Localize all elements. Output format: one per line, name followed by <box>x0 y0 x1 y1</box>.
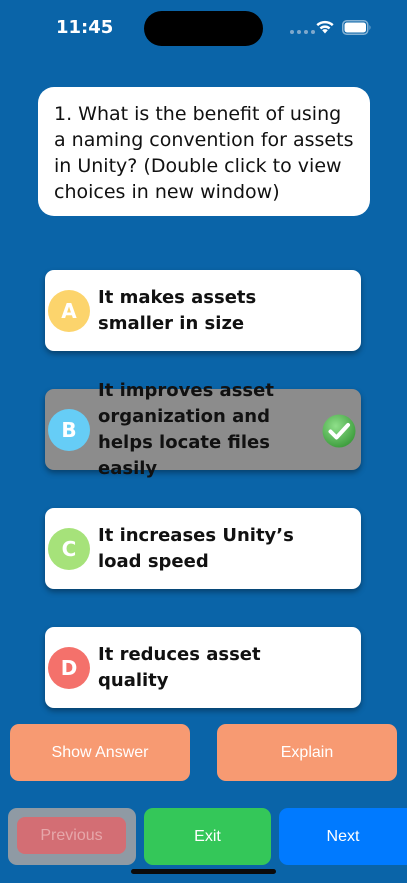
status-bar: 11:45 <box>0 0 407 56</box>
option-b[interactable]: B It improves asset organization and hel… <box>45 379 361 479</box>
battery-icon <box>342 20 371 35</box>
explain-button[interactable]: Explain <box>217 724 397 781</box>
show-answer-button[interactable]: Show Answer <box>10 724 190 781</box>
option-a-text: It makes assets smaller in size <box>98 286 257 334</box>
previous-button-container: Previous <box>8 808 136 865</box>
option-d-badge: D <box>48 647 90 689</box>
option-d[interactable]: D It reduces asset quality <box>45 627 361 708</box>
exit-button[interactable]: Exit <box>144 808 271 865</box>
cellular-signal-icon <box>290 30 315 34</box>
question-card[interactable]: 1. What is the benefit of using a naming… <box>38 87 370 216</box>
option-d-text: It reduces asset quality <box>98 643 261 691</box>
option-a[interactable]: A It makes assets smaller in size <box>45 270 361 351</box>
next-button[interactable]: Next <box>279 808 407 865</box>
option-a-badge: A <box>48 290 90 332</box>
option-b-text: It improves asset organization and helps… <box>98 379 274 479</box>
wifi-icon <box>316 20 334 34</box>
status-time: 11:45 <box>56 17 114 38</box>
question-text: 1. What is the benefit of using a naming… <box>54 103 354 203</box>
option-c-badge: C <box>48 528 90 570</box>
option-b-badge: B <box>48 409 90 451</box>
dynamic-island <box>144 11 263 46</box>
home-indicator[interactable] <box>131 869 276 874</box>
previous-button[interactable]: Previous <box>17 817 126 854</box>
checkmark-icon <box>322 414 356 448</box>
option-c[interactable]: C It increases Unity’s load speed <box>45 508 361 589</box>
option-c-text: It increases Unity’s load speed <box>98 524 294 572</box>
